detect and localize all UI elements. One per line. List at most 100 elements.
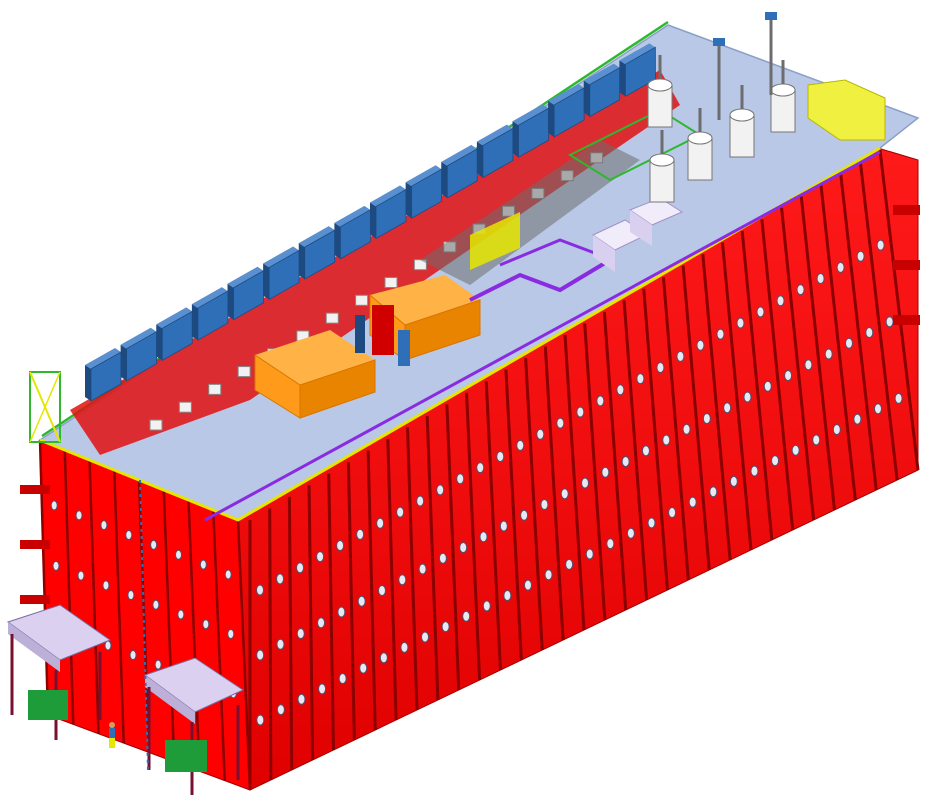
porthole-icon [224,569,232,580]
stair-tower-icon [29,371,61,443]
porthole-icon [276,573,285,585]
porthole-icon [756,306,765,318]
porthole-icon [540,499,549,511]
cooling-unit-end [334,222,341,259]
porthole-icon [544,569,553,581]
tank-dome [729,108,755,122]
pump-housing [355,294,369,306]
porthole-icon [496,451,505,463]
human-figure-icon [109,722,115,748]
porthole-icon [125,530,133,541]
isometric-module-scene [6,12,920,795]
cooling-unit-end [120,344,127,381]
porthole-icon [776,295,785,307]
porthole-icon [462,610,471,622]
porthole-icon [606,538,615,550]
porthole-icon [338,673,347,685]
pump-housing [149,419,163,431]
porthole-icon [784,370,793,382]
porthole-icon [256,714,265,726]
cooling-unit-end [548,100,555,137]
porthole-icon [152,599,160,610]
porthole-icon [129,650,137,661]
porthole-icon [398,574,407,586]
cooling-unit-end [405,182,412,219]
side-ledge-2 [893,260,920,270]
porthole-icon [150,539,158,550]
porthole-icon [856,250,865,262]
porthole-icon [377,585,386,597]
porthole-icon [276,704,285,716]
porthole-icon [601,466,610,478]
blue-cabinet-2 [398,330,410,366]
porthole-icon [520,509,529,521]
porthole-icon [621,456,630,468]
porthole-icon [336,540,345,552]
porthole-icon [894,392,903,404]
porthole-icon [636,373,645,385]
porthole-icon [682,423,691,435]
tank-dome [687,131,713,145]
porthole-icon [743,391,752,403]
porthole-icon [199,559,207,570]
porthole-icon [102,580,110,591]
pump-housing [208,383,222,395]
porthole-icon [791,444,800,456]
porthole-icon [256,584,265,596]
vent-cap [713,38,725,46]
porthole-icon [482,600,491,612]
porthole-icon [565,558,574,570]
canopy-1-pumps [28,690,68,720]
porthole-icon [771,455,780,467]
porthole-icon [75,510,83,521]
cooling-unit-end [619,60,626,97]
porthole-icon [256,649,265,661]
porthole-icon [359,662,368,674]
porthole-icon [400,641,409,653]
porthole-icon [523,579,532,591]
porthole-icon [688,496,697,508]
porthole-icon [876,239,885,251]
tank-dome [647,78,673,92]
porthole-icon [668,507,677,519]
porthole-icon [804,359,813,371]
porthole-icon [723,402,732,414]
porthole-icon [873,403,882,415]
porthole-icon [476,462,485,474]
porthole-icon [816,273,825,285]
porthole-icon [585,548,594,560]
red-skid-1 [372,305,394,355]
cooling-unit-end [370,202,376,239]
porthole-icon [479,531,488,543]
porthole-icon [763,380,772,392]
porthole-icon [662,434,671,446]
porthole-icon [885,316,894,328]
porthole-icon [581,477,590,489]
porthole-icon [676,350,685,362]
porthole-icon [596,395,605,407]
end-ledge-3 [20,595,50,604]
porthole-icon [337,606,346,618]
porthole-icon [576,406,585,418]
porthole-icon [52,560,60,571]
porthole-icon [436,484,445,496]
cooling-unit-end [441,161,448,198]
porthole-icon [750,465,759,477]
porthole-icon [499,520,508,532]
porthole-icon [154,659,162,670]
porthole-icon [296,562,305,574]
porthole-icon [357,595,366,607]
side-ledge-3 [893,315,920,325]
porthole-icon [50,500,58,511]
cooling-unit-end [263,263,270,300]
porthole-icon [418,563,427,575]
porthole-icon [641,445,650,457]
porthole-icon [459,542,468,554]
porthole-icon [844,337,853,349]
end-ledge-1 [20,485,50,494]
porthole-icon [456,473,465,485]
pump-housing [384,277,398,288]
porthole-icon [396,506,405,518]
porthole-icon [438,552,447,564]
porthole-icon [503,590,512,602]
